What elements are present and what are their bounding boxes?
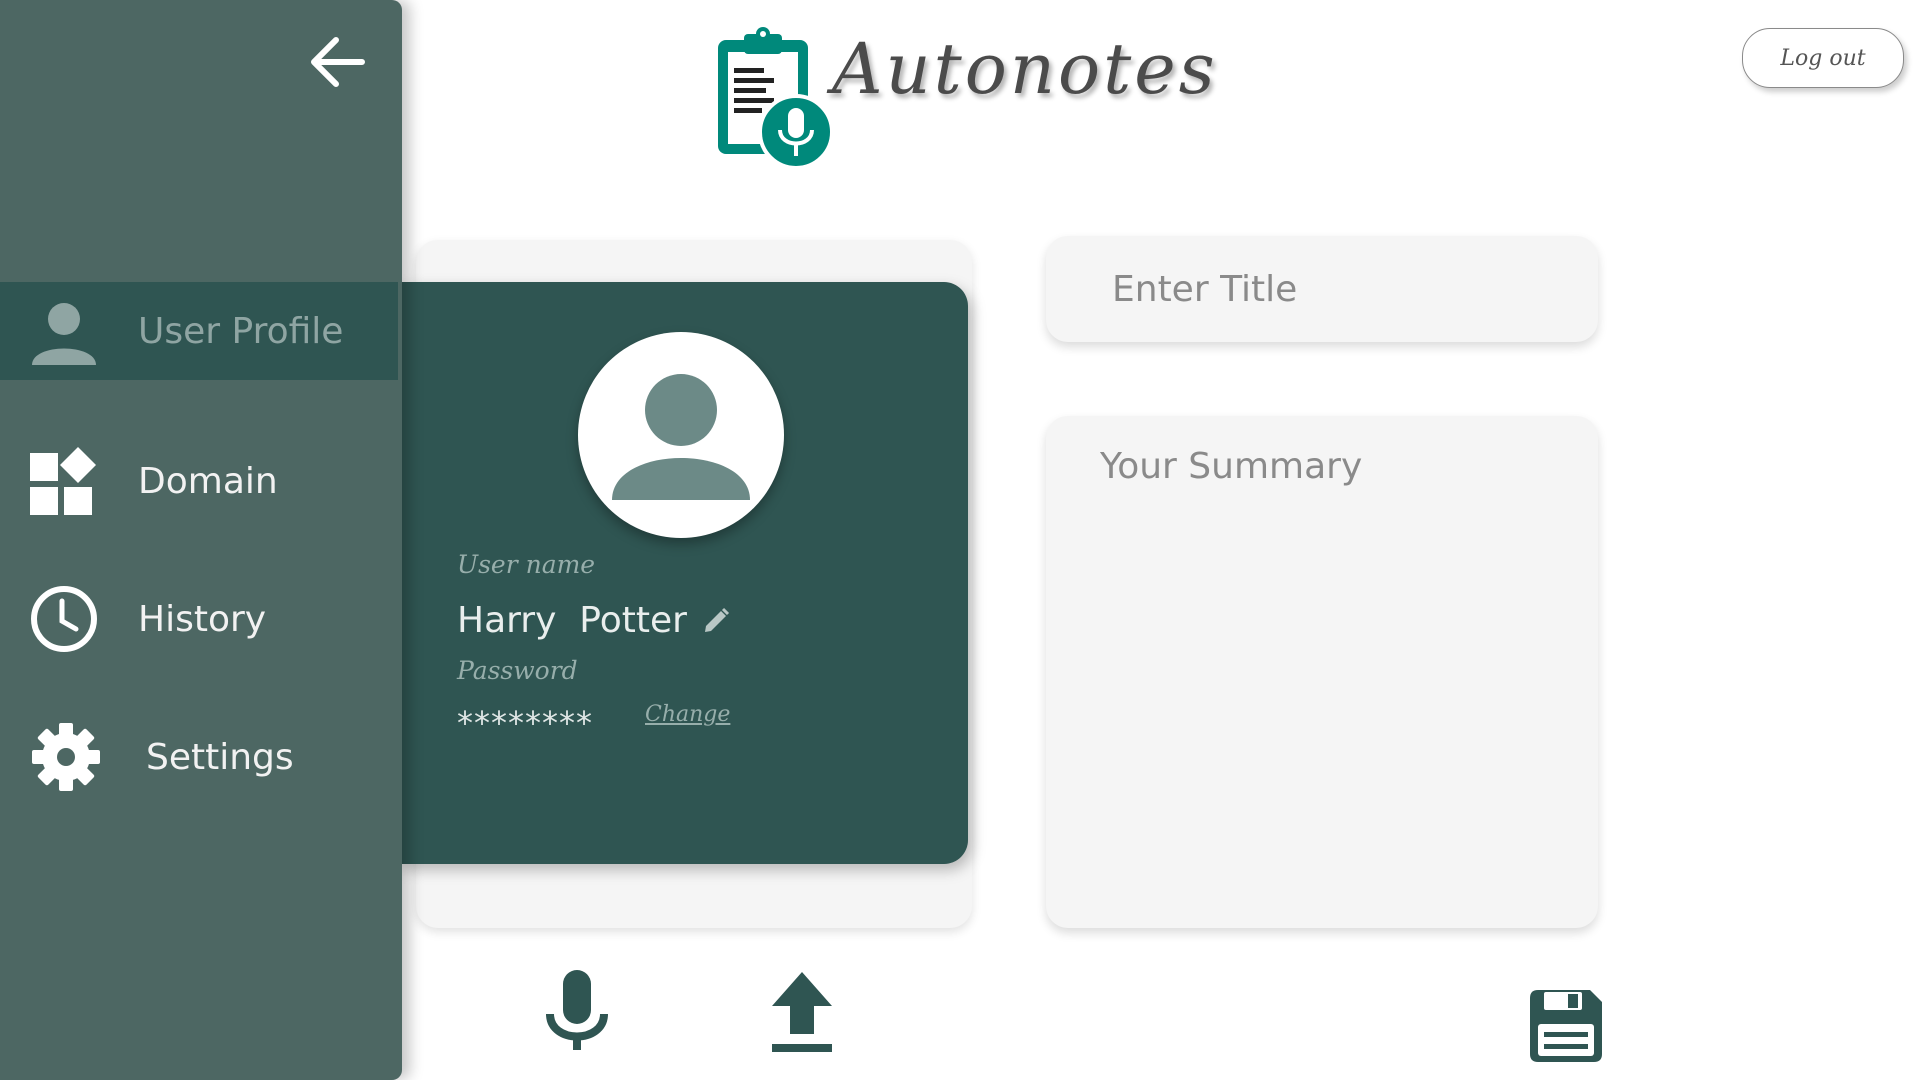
- password-value: ********: [457, 704, 593, 742]
- sidebar-item-history[interactable]: History: [0, 570, 398, 668]
- username-label: User name: [457, 550, 596, 579]
- app-title: Autonotes: [832, 28, 1218, 110]
- username-value: Harry Potter: [457, 600, 687, 641]
- user-profile-panel: User name Harry Potter Password ********…: [398, 282, 968, 864]
- sidebar-item-domain[interactable]: Domain: [0, 432, 398, 530]
- summary-textarea[interactable]: [1046, 416, 1598, 928]
- username-row: Harry Potter: [457, 600, 731, 641]
- pencil-icon[interactable]: [701, 606, 731, 636]
- app-page: User Profile Domain History Settings Use…: [0, 0, 1920, 1080]
- sidebar: User Profile Domain History Settings: [0, 0, 402, 1080]
- sidebar-item-label: User Profile: [138, 310, 344, 352]
- title-input[interactable]: [1046, 236, 1598, 342]
- sidebar-item-settings[interactable]: Settings: [0, 708, 398, 806]
- autonotes-logo-icon: [718, 27, 834, 170]
- avatar[interactable]: [578, 332, 784, 538]
- user-avatar-icon: [612, 374, 750, 500]
- arrow-left-icon: [311, 37, 365, 87]
- sidebar-item-user-profile[interactable]: User Profile: [0, 282, 398, 380]
- microphone-icon[interactable]: [544, 968, 610, 1052]
- sidebar-item-label: History: [138, 598, 267, 640]
- domain-icon: [30, 447, 96, 515]
- upload-icon[interactable]: [770, 970, 834, 1054]
- save-icon[interactable]: [1528, 988, 1604, 1064]
- gear-icon: [32, 723, 100, 791]
- sidebar-item-label: Domain: [138, 460, 278, 502]
- back-button[interactable]: [306, 30, 370, 94]
- user-icon: [32, 303, 96, 365]
- sidebar-item-label: Settings: [146, 736, 294, 778]
- clock-icon: [31, 586, 97, 652]
- change-password-link[interactable]: Change: [645, 702, 730, 727]
- logout-button[interactable]: Log out: [1742, 28, 1904, 88]
- password-label: Password: [457, 656, 578, 685]
